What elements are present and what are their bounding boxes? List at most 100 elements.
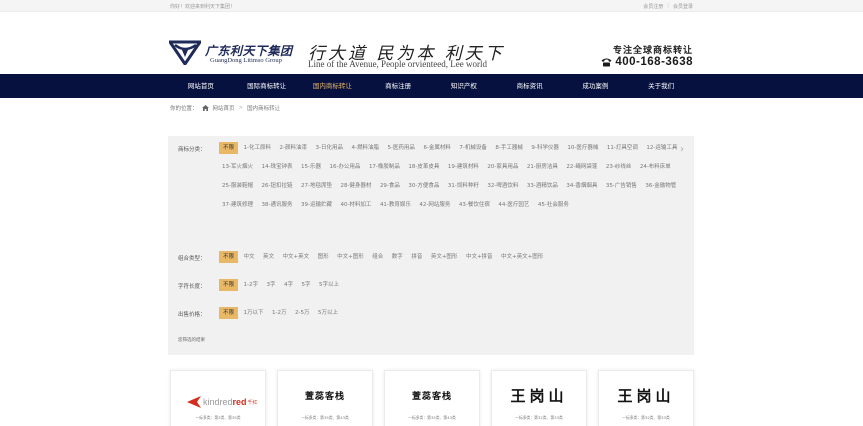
combination-option[interactable]: 数字	[389, 251, 406, 263]
classification-option[interactable]: 24-布料床单	[637, 161, 674, 173]
card-title: 王岗山	[617, 387, 675, 405]
classification-option[interactable]: 不限	[219, 142, 239, 154]
classification-option[interactable]: 43-餐饮住宿	[456, 199, 493, 211]
classification-option[interactable]: 31-饲料种籽	[445, 180, 482, 192]
classification-option[interactable]: 39-运输贮藏	[298, 199, 335, 211]
classification-option[interactable]: 19-建筑材料	[445, 161, 482, 173]
classification-option[interactable]: 33-酒精饮品	[524, 180, 561, 192]
classification-option[interactable]: 16-办公用品	[326, 161, 363, 173]
combination-option[interactable]: 中文+图形	[334, 251, 367, 263]
classification-option[interactable]: 25-服装鞋帽	[219, 180, 256, 192]
nav-item-domestic-trademark[interactable]: 国内商标转让	[300, 74, 366, 98]
classification-option[interactable]: 23-纱线丝	[603, 161, 634, 173]
nav-item-trademark-registration[interactable]: 商标注册	[365, 74, 431, 98]
combination-option[interactable]: 中文+拼音	[463, 251, 496, 263]
link-separator: |	[667, 3, 669, 9]
classification-option[interactable]: 6-金属材料	[420, 142, 453, 154]
classification-option[interactable]: 32-啤酒饮料	[484, 180, 521, 192]
price-option[interactable]: 1万以下	[241, 307, 267, 319]
price-option[interactable]: 不限	[219, 307, 239, 319]
length-option[interactable]: 不限	[219, 279, 239, 291]
classification-option[interactable]: 34-香烟烟具	[563, 180, 600, 192]
combination-option[interactable]: 组合	[369, 251, 386, 263]
trademark-logo: kindred red 千红	[187, 396, 258, 408]
nav-item-about-us[interactable]: 关于我们	[628, 74, 694, 98]
breadcrumb-label: 你的位置：	[170, 106, 198, 112]
classification-option[interactable]: 29-食品	[377, 180, 403, 192]
classification-option[interactable]: 45-社会服务	[535, 199, 572, 211]
classification-option[interactable]: 36-金融物管	[642, 180, 679, 192]
classification-label: 商标分类：	[178, 147, 206, 153]
classification-option[interactable]: 38-通讯服务	[258, 199, 295, 211]
classification-option[interactable]: 1-化工原料	[241, 142, 274, 154]
length-label: 字符长度：	[178, 284, 206, 290]
price-option[interactable]: 1-2万	[269, 307, 289, 319]
classification-option[interactable]: 4-燃料油脂	[348, 142, 381, 154]
classification-option[interactable]: 13-军火烟火	[219, 161, 256, 173]
hotline-number: 400-168-3638	[615, 56, 693, 68]
combination-option[interactable]: 中文+英文	[280, 251, 313, 263]
nav-item-international-trademark[interactable]: 国际商标转让	[234, 74, 300, 98]
classification-option[interactable]: 7-机械设备	[456, 142, 489, 154]
breadcrumb-home[interactable]: 网站首页	[213, 104, 235, 112]
length-option[interactable]: 1-2字	[241, 279, 261, 291]
combination-option[interactable]: 中文	[241, 251, 258, 263]
login-link[interactable]: 会员登录	[673, 3, 693, 10]
classification-option[interactable]: 42-网站服务	[416, 199, 453, 211]
classification-option[interactable]: 15-乐器	[298, 161, 324, 173]
length-option[interactable]: 4字	[281, 279, 296, 291]
classification-option[interactable]: 10-医疗器械	[564, 142, 601, 154]
classification-option[interactable]: 11-灯具空调	[604, 142, 641, 154]
classification-option[interactable]: 2-颜料油漆	[277, 142, 310, 154]
classification-option[interactable]: 9-科学仪器	[528, 142, 561, 154]
classification-option[interactable]: 30-方便食品	[405, 180, 442, 192]
combination-option[interactable]: 英文+图形	[428, 251, 461, 263]
classification-option[interactable]: 22-绳网袋蓬	[563, 161, 600, 173]
price-option[interactable]: 2-5万	[292, 307, 312, 319]
nav-item-home[interactable]: 网站首页	[168, 74, 234, 98]
chevron-right-icon[interactable]: ›	[680, 144, 684, 155]
length-option[interactable]: 3字	[264, 279, 279, 291]
nav-item-success-cases[interactable]: 成功案例	[563, 74, 629, 98]
top-bar: 你好！欢迎来到利天下集团！ 会员注册 | 会员登录	[0, 0, 863, 12]
classification-option[interactable]: 18-皮革皮具	[405, 161, 442, 173]
length-options: 不限 1-2字 3字 4字 5字 5字以上	[219, 279, 684, 291]
trademark-card[interactable]: 萱蕊客栈 一标多类：第35类、第43类	[277, 370, 373, 426]
classification-option[interactable]: 40-材料加工	[337, 199, 374, 211]
register-link[interactable]: 会员注册	[643, 3, 663, 10]
trademark-card[interactable]: 萱蕊客栈 一标多类：第35类、第43类	[384, 370, 480, 426]
classification-option[interactable]: 5-医药用品	[384, 142, 417, 154]
combination-option[interactable]: 中文+英文+图形	[498, 251, 546, 263]
classification-options: 不限 1-化工原料 2-颜料油漆 3-日化用品 4-燃料油脂 5-医药用品 6-金属材料 7-…	[219, 142, 684, 211]
classification-option[interactable]: 12-运输工具	[643, 142, 680, 154]
nav-item-trademark-news[interactable]: 商标资讯	[497, 74, 563, 98]
trademark-card[interactable]: kindred red 千红 一标多类：第3类、第35类	[170, 370, 266, 426]
brand-logo-icon[interactable]	[169, 39, 201, 65]
trademark-card[interactable]: 王岗山 一标多类：第32类、第33类	[491, 370, 587, 426]
combination-option[interactable]: 图形	[315, 251, 332, 263]
length-option[interactable]: 5字	[299, 279, 314, 291]
nav-item-intellectual-property[interactable]: 知识产权	[431, 74, 497, 98]
classification-option[interactable]: 8-手工器械	[492, 142, 525, 154]
classification-option[interactable]: 44-医疗园艺	[495, 199, 532, 211]
classification-option[interactable]: 41-教育娱乐	[377, 199, 414, 211]
classification-option[interactable]: 14-珠宝钟表	[258, 161, 295, 173]
classification-option[interactable]: 37-建筑修理	[219, 199, 256, 211]
combination-option[interactable]: 拼音	[408, 251, 425, 263]
combination-option[interactable]: 英文	[260, 251, 277, 263]
classification-option[interactable]: 26-钮扣拉链	[258, 180, 295, 192]
classification-option[interactable]: 3-日化用品	[312, 142, 345, 154]
classification-option[interactable]: 27-地毯席垫	[298, 180, 335, 192]
card-title: 萱蕊客栈	[304, 392, 345, 402]
price-option[interactable]: 5万以上	[315, 307, 341, 319]
classification-option[interactable]: 17-橡胶制品	[366, 161, 403, 173]
classification-option[interactable]: 28-健身器材	[337, 180, 374, 192]
classification-option[interactable]: 20-家具用品	[484, 161, 521, 173]
length-option[interactable]: 5字以上	[316, 279, 342, 291]
trademark-card[interactable]: 王岗山 一标多类：第32类、第33类	[598, 370, 694, 426]
classification-option[interactable]: 35-广告销售	[603, 180, 640, 192]
classification-option[interactable]: 21-厨房洁具	[524, 161, 561, 173]
hotline: 400-168-3638	[601, 56, 693, 68]
combination-option[interactable]: 不限	[219, 251, 239, 263]
logo-word-gray: kindred	[203, 397, 233, 407]
